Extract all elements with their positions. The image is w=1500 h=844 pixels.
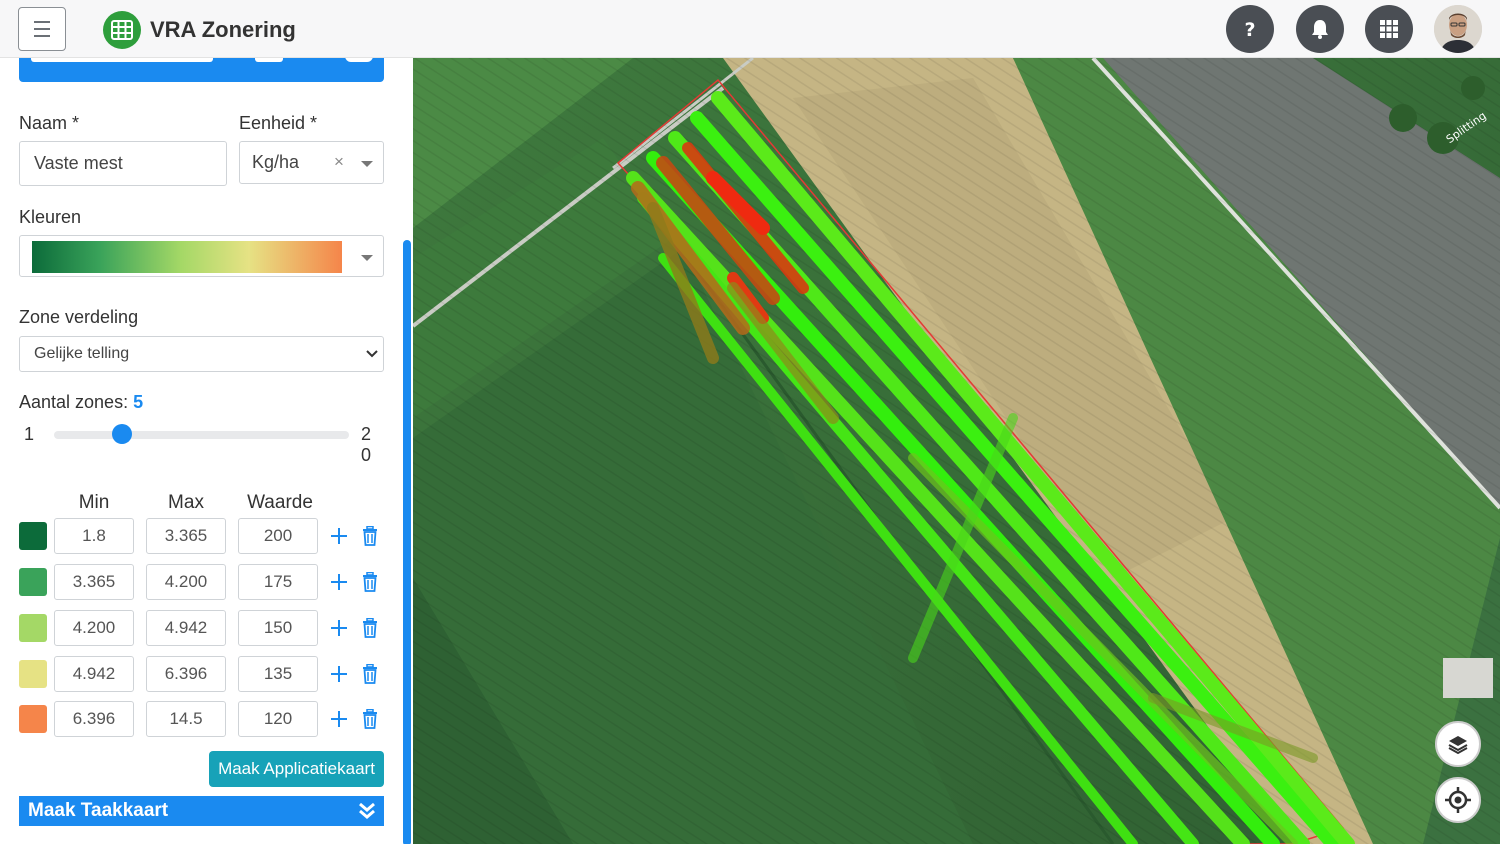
zone-min-input[interactable]: 1.8: [54, 518, 134, 554]
color-ramp-preview: [32, 241, 342, 273]
sidebar-scrollbar[interactable]: [403, 240, 411, 844]
hamburger-menu-button[interactable]: [18, 7, 66, 51]
value-column-header: Waarde: [247, 492, 313, 513]
zone-color-swatch[interactable]: [19, 522, 47, 550]
zone-max-input[interactable]: 4.942: [146, 610, 226, 646]
zone-max-input[interactable]: 14.5: [146, 701, 226, 737]
aantal-zones-label: Aantal zones:: [19, 392, 129, 412]
zone-max-input[interactable]: 3.365: [146, 518, 226, 554]
locate-button[interactable]: [1435, 777, 1481, 823]
double-chevron-down-icon: [359, 802, 375, 819]
slider-min-label: 1: [24, 424, 35, 444]
chevron-down-icon: [361, 255, 373, 261]
slider-max-digit: 0: [361, 445, 372, 465]
min-column-header: Min: [78, 492, 110, 513]
hamburger-line: [34, 28, 50, 30]
zone-value-input[interactable]: 135: [238, 656, 318, 692]
color-ramp-select[interactable]: [19, 235, 384, 277]
naam-input[interactable]: Vaste mest: [19, 141, 227, 186]
apps-grid-icon: [1380, 20, 1398, 38]
layers-button[interactable]: [1435, 721, 1481, 767]
zones-slider-track[interactable]: [54, 431, 349, 439]
question-icon: ?: [1244, 19, 1255, 40]
zone-min-input[interactable]: 4.942: [54, 656, 134, 692]
zone-min-input[interactable]: 4.200: [54, 610, 134, 646]
zone-color-swatch[interactable]: [19, 660, 47, 688]
top-bar: VRA Zonering ?: [0, 0, 1500, 58]
svg-text:?: ?: [1244, 19, 1255, 40]
crosshair-location-icon: [1445, 787, 1471, 813]
toolbar-chip[interactable]: [255, 58, 283, 62]
app-title: VRA Zonering: [150, 17, 296, 42]
zone-verdeling-value: Gelijke telling: [34, 345, 130, 362]
zone-max-input[interactable]: 6.396: [146, 656, 226, 692]
zone-value-input[interactable]: 175: [238, 564, 318, 600]
zone-verdeling-select[interactable]: Gelijke telling: [19, 336, 384, 372]
zone-color-swatch[interactable]: [19, 614, 47, 642]
zone-min-input[interactable]: 6.396: [54, 701, 134, 737]
eenheid-label: Eenheid *: [239, 113, 318, 133]
zone-value-input[interactable]: 150: [238, 610, 318, 646]
bell-icon: [1312, 20, 1328, 39]
naam-input-value: Vaste mest: [34, 153, 123, 173]
zone-color-swatch[interactable]: [19, 568, 47, 596]
trash-icon[interactable]: [361, 618, 379, 638]
add-zone-icon[interactable]: [330, 619, 348, 637]
user-avatar[interactable]: [1434, 5, 1482, 53]
naam-label: Naam *: [19, 113, 80, 133]
make-task-map-label: Maak Taakkaart: [28, 800, 169, 821]
vra-sidebar-panel: Naam * Vaste mest Eenheid * Kg/ha × Kleu…: [0, 58, 413, 844]
trash-icon[interactable]: [361, 664, 379, 684]
chevron-down-icon: [366, 350, 378, 358]
add-zone-icon[interactable]: [330, 665, 348, 683]
eenheid-select[interactable]: Kg/ha ×: [239, 141, 384, 184]
toolbar-settings-chip[interactable]: [345, 58, 373, 62]
notifications-button[interactable]: [1296, 5, 1344, 53]
hamburger-line: [34, 21, 50, 23]
zone-value-input[interactable]: 120: [238, 701, 318, 737]
trash-icon[interactable]: [361, 709, 379, 729]
slider-max-label: 2 0: [361, 424, 371, 466]
zone-min-input[interactable]: 3.365: [54, 564, 134, 600]
add-zone-icon[interactable]: [330, 527, 348, 545]
chevron-down-icon: [361, 161, 373, 167]
max-column-header: Max: [168, 492, 204, 513]
map-canvas: Splitting: [413, 58, 1500, 844]
make-application-map-button[interactable]: Maak Applicatiekaart: [209, 751, 384, 787]
zone-color-swatch[interactable]: [19, 705, 47, 733]
zone-value-input[interactable]: 200: [238, 518, 318, 554]
add-zone-icon[interactable]: [330, 573, 348, 591]
grid-table-icon: [103, 11, 141, 49]
layers-icon: [1448, 736, 1468, 755]
trash-icon[interactable]: [361, 572, 379, 592]
eenheid-select-value: Kg/ha: [252, 152, 300, 172]
slider-max-digit: 2: [361, 424, 372, 444]
apps-button[interactable]: [1365, 5, 1413, 53]
quantile-toolbar[interactable]: [19, 58, 384, 82]
zone-verdeling-label: Zone verdeling: [19, 307, 139, 327]
zone-max-input[interactable]: 4.200: [146, 564, 226, 600]
hamburger-line: [34, 35, 50, 37]
clear-icon[interactable]: ×: [334, 152, 344, 172]
add-zone-icon[interactable]: [330, 710, 348, 728]
trash-icon[interactable]: [361, 526, 379, 546]
kleuren-label: Kleuren: [19, 207, 82, 227]
help-button[interactable]: ?: [1226, 5, 1274, 53]
aantal-zones-row: Aantal zones: 5: [19, 392, 143, 413]
aantal-zones-value: 5: [133, 392, 144, 412]
zones-slider-handle[interactable]: [112, 424, 132, 444]
quantile-search-chip[interactable]: [31, 58, 213, 62]
make-task-map-accordion[interactable]: Maak Taakkaart: [19, 796, 384, 826]
satellite-map[interactable]: Splitting: [413, 58, 1500, 844]
